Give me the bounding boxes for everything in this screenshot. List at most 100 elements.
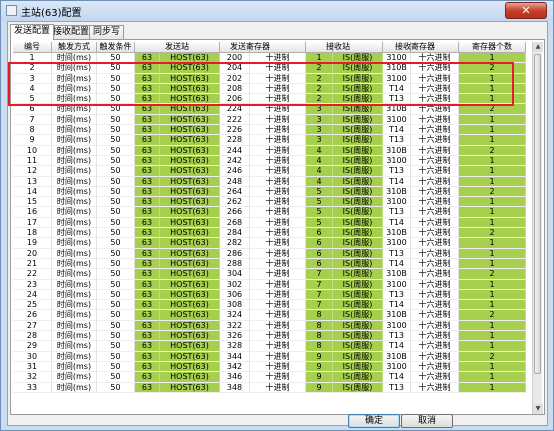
- cell-trigger-condition[interactable]: 50: [97, 310, 135, 321]
- cell-trigger-mode[interactable]: 时间(ms): [52, 269, 97, 280]
- cell-send-format[interactable]: 十进制: [250, 382, 306, 393]
- cell-send-format[interactable]: 十进制: [250, 269, 306, 280]
- cell-send-station-id[interactable]: 63: [135, 361, 160, 373]
- cell-send-station-id[interactable]: 63: [135, 104, 160, 115]
- table-row[interactable]: 11 时间(ms) 50 63 HOST(63) 242 十进制 4 IS(周服) 3100 十六进…: [13, 155, 534, 167]
- cell-receive-format[interactable]: 十六进制: [411, 145, 459, 156]
- cell-index[interactable]: 1: [13, 53, 52, 64]
- cell-trigger-condition[interactable]: 50: [97, 114, 135, 126]
- cell-receive-station-type[interactable]: IS(周服): [333, 135, 383, 146]
- cell-send-register[interactable]: 348: [220, 382, 250, 393]
- cell-send-station-name[interactable]: HOST(63): [160, 135, 220, 146]
- cell-receive-register[interactable]: 310B: [383, 269, 411, 280]
- cell-index[interactable]: 29: [13, 341, 52, 352]
- cell-send-station-name[interactable]: HOST(63): [160, 331, 220, 342]
- cell-send-station-id[interactable]: 63: [135, 300, 160, 311]
- cell-send-station-name[interactable]: HOST(63): [160, 310, 220, 321]
- cell-receive-station-type[interactable]: IS(周服): [333, 207, 383, 218]
- cell-index[interactable]: 3: [13, 73, 52, 84]
- cell-receive-station-type[interactable]: IS(周服): [333, 73, 383, 84]
- cell-send-register[interactable]: 248: [220, 176, 250, 187]
- cell-index[interactable]: 7: [13, 114, 52, 126]
- cell-receive-register[interactable]: T13: [383, 94, 411, 105]
- cell-send-station-id[interactable]: 63: [135, 351, 160, 362]
- cell-send-station-id[interactable]: 63: [135, 73, 160, 84]
- cell-send-register[interactable]: 308: [220, 300, 250, 311]
- cell-receive-station-id[interactable]: 2: [306, 94, 333, 105]
- cell-receive-format[interactable]: 十六进制: [411, 310, 459, 321]
- cell-send-register[interactable]: 202: [220, 73, 250, 84]
- cell-receive-format[interactable]: 十六进制: [411, 279, 459, 290]
- cell-receive-format[interactable]: 十六进制: [411, 207, 459, 218]
- cell-index[interactable]: 9: [13, 135, 52, 146]
- cell-send-station-name[interactable]: HOST(63): [160, 186, 220, 198]
- cell-trigger-mode[interactable]: 时间(ms): [52, 238, 97, 249]
- cell-receive-station-id[interactable]: 7: [306, 269, 333, 280]
- scroll-down-icon[interactable]: ▼: [533, 404, 543, 414]
- cell-send-register[interactable]: 208: [220, 83, 250, 95]
- cell-register-count[interactable]: 1: [459, 114, 526, 126]
- cell-receive-register[interactable]: 310B: [383, 63, 411, 74]
- header-send-register[interactable]: 发送寄存器: [220, 42, 270, 53]
- cell-send-station-name[interactable]: HOST(63): [160, 269, 220, 280]
- cell-trigger-condition[interactable]: 50: [97, 320, 135, 332]
- cell-send-format[interactable]: 十进制: [250, 320, 306, 332]
- cell-send-station-id[interactable]: 63: [135, 114, 160, 126]
- cell-trigger-condition[interactable]: 50: [97, 300, 135, 311]
- scroll-thumb[interactable]: [534, 54, 541, 374]
- cell-send-station-id[interactable]: 63: [135, 186, 160, 198]
- cell-register-count[interactable]: 1: [459, 207, 526, 218]
- cell-index[interactable]: 24: [13, 289, 52, 301]
- cell-receive-register[interactable]: 3100: [383, 361, 411, 373]
- cell-receive-station-id[interactable]: 9: [306, 361, 333, 373]
- cell-receive-register[interactable]: T13: [383, 331, 411, 342]
- cell-trigger-condition[interactable]: 50: [97, 207, 135, 218]
- cell-send-station-name[interactable]: HOST(63): [160, 341, 220, 352]
- cell-receive-station-id[interactable]: 8: [306, 331, 333, 342]
- cell-receive-format[interactable]: 十六进制: [411, 125, 459, 136]
- cell-send-station-name[interactable]: HOST(63): [160, 361, 220, 373]
- cell-receive-station-type[interactable]: IS(周服): [333, 248, 383, 259]
- cell-send-register[interactable]: 284: [220, 228, 250, 239]
- cell-send-format[interactable]: 十进制: [250, 53, 306, 64]
- cell-send-station-name[interactable]: HOST(63): [160, 197, 220, 208]
- cell-send-register[interactable]: 324: [220, 310, 250, 321]
- cell-register-count[interactable]: 1: [459, 331, 526, 342]
- cell-receive-register[interactable]: 3100: [383, 197, 411, 208]
- cell-send-register[interactable]: 244: [220, 145, 250, 156]
- cell-receive-format[interactable]: 十六进制: [411, 341, 459, 352]
- cell-send-format[interactable]: 十进制: [250, 361, 306, 373]
- cell-index[interactable]: 11: [13, 155, 52, 167]
- cell-receive-station-type[interactable]: IS(周服): [333, 361, 383, 373]
- cell-trigger-mode[interactable]: 时间(ms): [52, 73, 97, 84]
- cell-trigger-condition[interactable]: 50: [97, 341, 135, 352]
- cell-receive-format[interactable]: 十六进制: [411, 53, 459, 64]
- cell-receive-register[interactable]: T13: [383, 289, 411, 301]
- cell-send-station-id[interactable]: 63: [135, 83, 160, 95]
- cell-send-station-id[interactable]: 63: [135, 197, 160, 208]
- cell-index[interactable]: 8: [13, 125, 52, 136]
- cell-receive-register[interactable]: T14: [383, 176, 411, 187]
- cell-receive-register[interactable]: T13: [383, 248, 411, 259]
- tab-send-config[interactable]: 发送配置: [10, 24, 55, 40]
- table-row[interactable]: 4 时间(ms) 50 63 HOST(63) 208 十进制 2 IS(周服) T14 十六进制 1: [13, 83, 534, 95]
- cell-send-station-name[interactable]: HOST(63): [160, 63, 220, 74]
- cell-receive-register[interactable]: 3100: [383, 53, 411, 64]
- cell-receive-register[interactable]: T13: [383, 166, 411, 177]
- cell-register-count[interactable]: 2: [459, 351, 526, 362]
- cell-index[interactable]: 31: [13, 361, 52, 373]
- cell-receive-register[interactable]: 310B: [383, 104, 411, 115]
- cell-trigger-condition[interactable]: 50: [97, 176, 135, 187]
- cell-index[interactable]: 5: [13, 94, 52, 105]
- cell-trigger-condition[interactable]: 50: [97, 73, 135, 84]
- cell-trigger-condition[interactable]: 50: [97, 372, 135, 383]
- cell-trigger-mode[interactable]: 时间(ms): [52, 176, 97, 187]
- cell-index[interactable]: 6: [13, 104, 52, 115]
- cell-send-station-name[interactable]: HOST(63): [160, 372, 220, 383]
- table-row[interactable]: 9 时间(ms) 50 63 HOST(63) 228 十进制 3 IS(周服) T13 十六进制 1: [13, 135, 534, 146]
- cell-send-station-id[interactable]: 63: [135, 248, 160, 259]
- cell-receive-station-type[interactable]: IS(周服): [333, 83, 383, 95]
- cell-trigger-mode[interactable]: 时间(ms): [52, 207, 97, 218]
- cell-send-format[interactable]: 十进制: [250, 341, 306, 352]
- cell-receive-station-id[interactable]: 4: [306, 166, 333, 177]
